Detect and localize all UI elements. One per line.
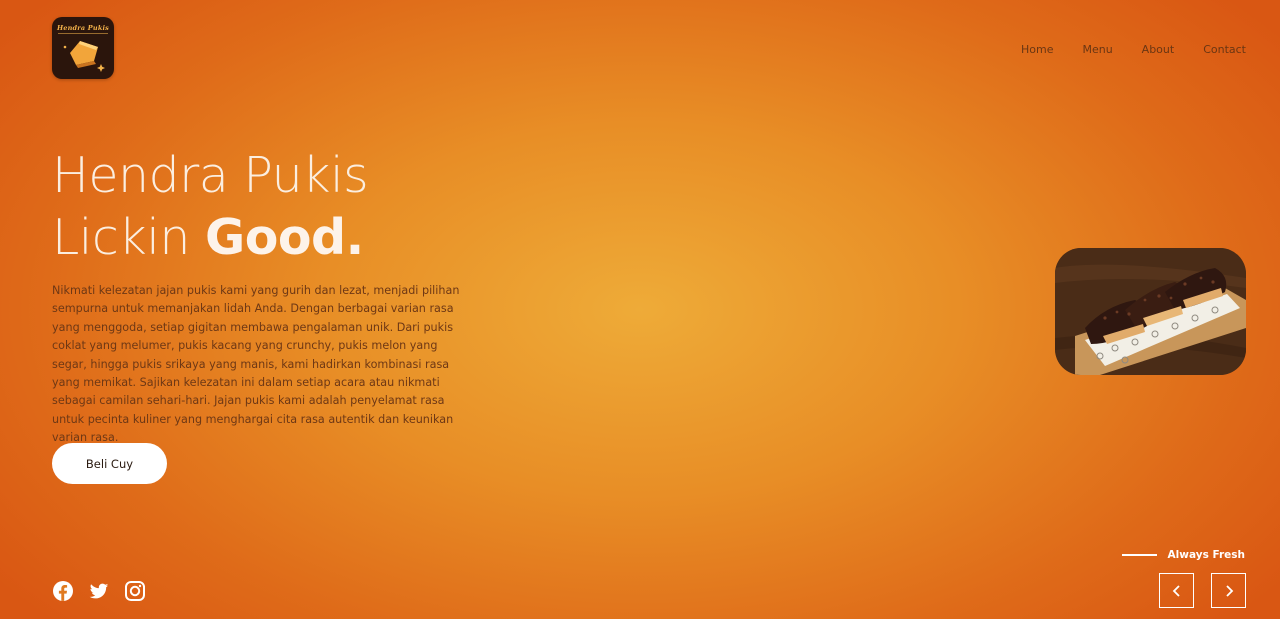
slider-prev-button[interactable] <box>1159 573 1194 608</box>
nav-contact-link[interactable]: Contact <box>1203 43 1246 56</box>
chevron-right-icon <box>1225 584 1233 597</box>
brand-logo[interactable]: Hendra Pukis <box>52 17 114 79</box>
caption-rule <box>1121 554 1157 556</box>
slider-caption: Always Fresh <box>1121 549 1245 561</box>
instagram-icon[interactable] <box>124 580 146 602</box>
facebook-icon[interactable] <box>52 580 74 602</box>
buy-button[interactable]: Beli Cuy <box>52 443 167 484</box>
hero-title-line1: Hendra Pukis <box>52 147 369 204</box>
chevron-left-icon <box>1172 584 1180 597</box>
hero-title: Hendra Pukis Lickin Good. <box>52 145 369 269</box>
pukis-photo <box>1055 248 1246 375</box>
social-links <box>52 580 146 602</box>
slider-next-button[interactable] <box>1211 573 1246 608</box>
pukis-cake-logo-icon <box>63 41 105 72</box>
twitter-icon[interactable] <box>88 580 110 602</box>
hero-title-line2: Lickin Good. <box>52 207 368 269</box>
nav-home-link[interactable]: Home <box>1021 43 1053 56</box>
hero-title-light: Lickin <box>52 209 205 266</box>
main-nav: Home Menu About Contact <box>992 43 1246 56</box>
hero-description: Nikmati kelezatan jajan pukis kami yang … <box>52 284 460 445</box>
nav-about-link[interactable]: About <box>1142 43 1175 56</box>
always-fresh-text: Always Fresh <box>1167 549 1245 561</box>
nav-menu-link[interactable]: Menu <box>1082 43 1112 56</box>
hero-title-bold: Good. <box>204 209 364 266</box>
